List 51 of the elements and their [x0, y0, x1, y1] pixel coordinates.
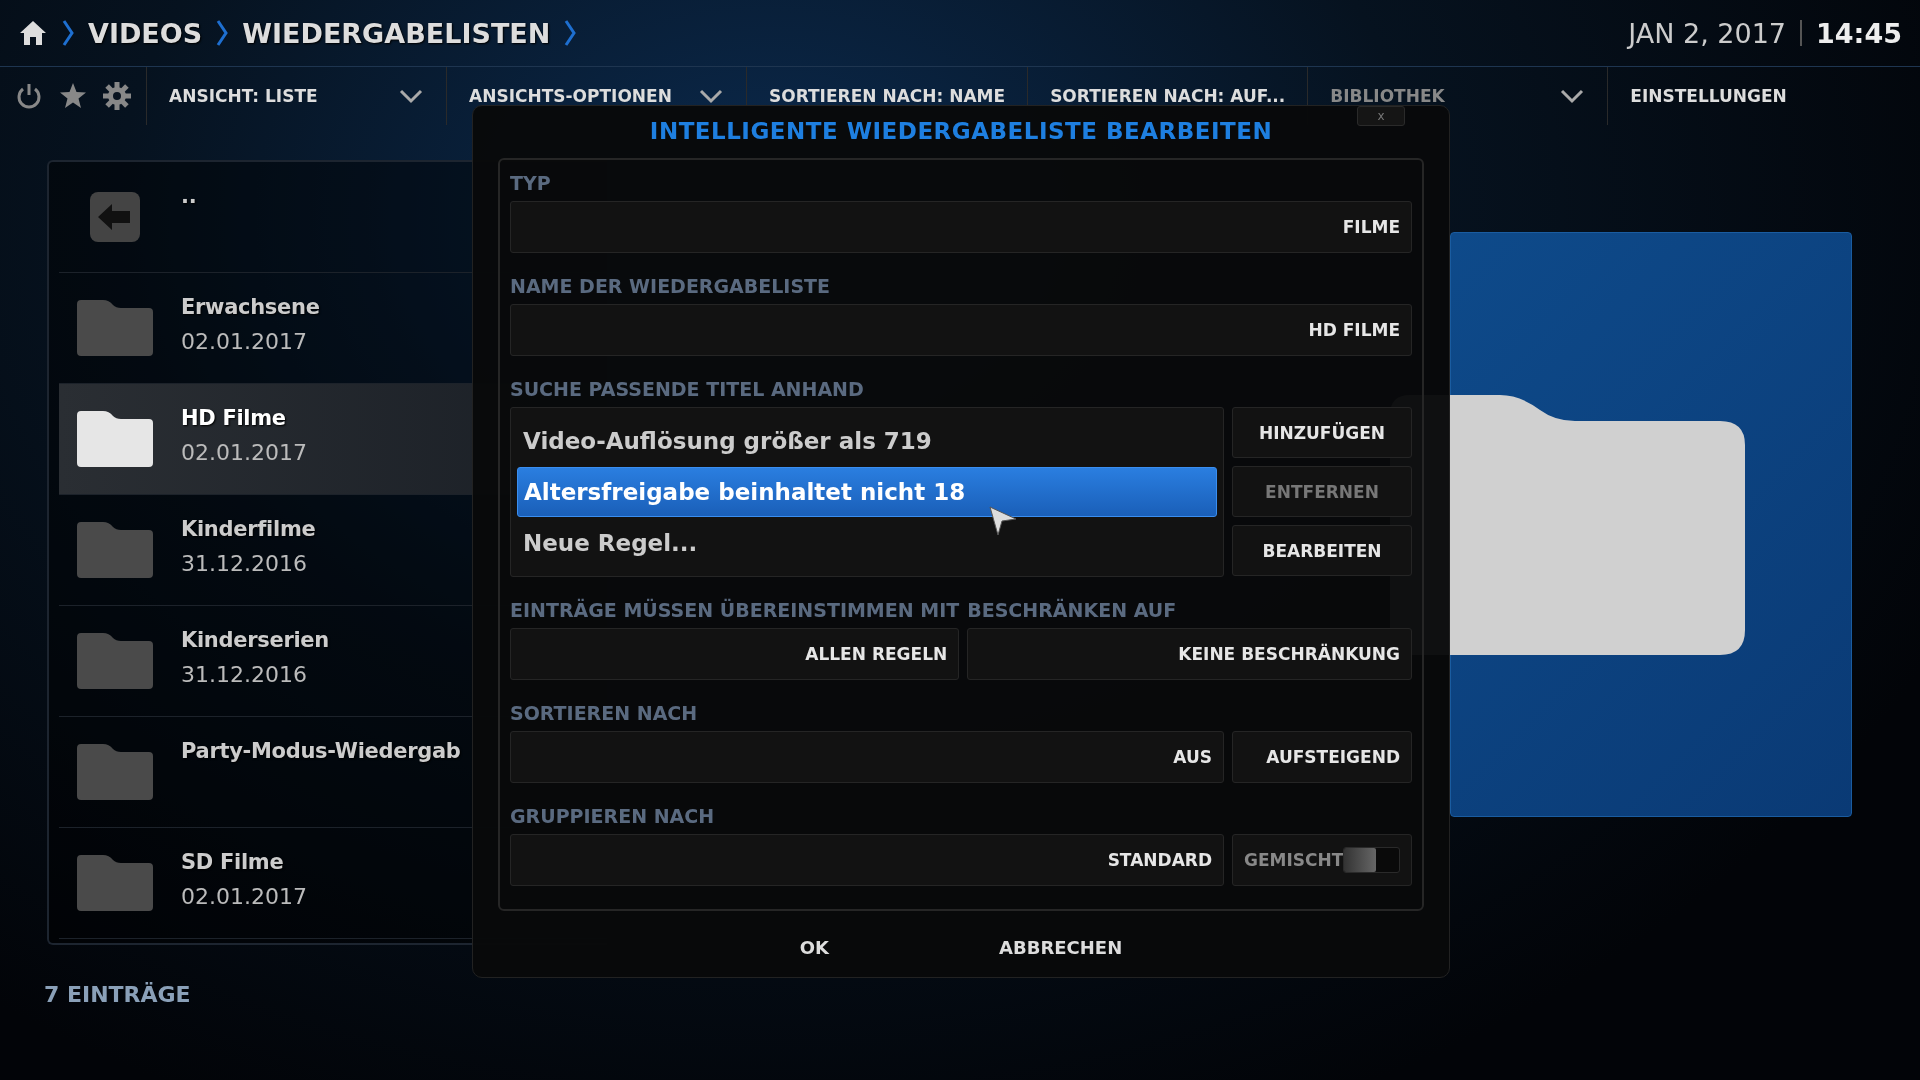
- caret-icon: [698, 87, 724, 104]
- toggle-button[interactable]: GEMISCHT: [1232, 834, 1412, 886]
- item-title: ..: [181, 184, 197, 208]
- sort-order-button[interactable]: AUFSTEIGEND: [1232, 731, 1412, 783]
- field-label: TYP: [510, 172, 552, 195]
- item-date: 02.01.2017: [181, 884, 307, 909]
- rule-button[interactable]: BEARBEITEN: [1232, 525, 1412, 576]
- item-title: Party-Modus-Wiedergab: [181, 739, 461, 763]
- folder-icon: [77, 522, 153, 578]
- date-text: JAN 2, 2017: [1628, 17, 1787, 49]
- caret-icon: [1559, 87, 1586, 104]
- cursor-icon: [988, 505, 1018, 537]
- toggle-switch[interactable]: [1343, 847, 1400, 873]
- dropdown-field[interactable]: KEINE BESCHRÄNKUNG: [967, 628, 1412, 680]
- input-field[interactable]: HD FILME: [510, 304, 1412, 356]
- folder-icon: [77, 300, 153, 356]
- folder-icon: [77, 411, 153, 467]
- settings-icon[interactable]: [102, 80, 132, 111]
- dialog-button[interactable]: OK: [789, 933, 840, 962]
- folder-icon: [77, 744, 153, 800]
- caret-icon: [398, 87, 424, 104]
- folder-icon: [77, 855, 153, 911]
- dropdown-field[interactable]: FILME: [510, 201, 1412, 253]
- item-date: 31.12.2016: [181, 551, 308, 576]
- close-button[interactable]: x: [1357, 106, 1405, 126]
- rule-button[interactable]: HINZUFÜGEN: [1232, 407, 1412, 458]
- toolbar-menu[interactable]: EINSTELLUNGEN: [1607, 66, 1809, 125]
- item-title: SD Filme: [181, 850, 285, 874]
- chevron-icon: [62, 19, 74, 47]
- item-title: HD Filme: [181, 406, 287, 430]
- chevron-icon: [216, 19, 229, 47]
- dialog-button[interactable]: ABBRECHEN: [989, 933, 1133, 962]
- dropdown-field[interactable]: ALLEN REGELN: [510, 628, 960, 680]
- item-title: Kinderfilme: [181, 517, 316, 541]
- dropdown-field[interactable]: STANDARD: [510, 834, 1224, 886]
- item-date: 31.12.2016: [181, 662, 308, 687]
- item-date: 02.01.2017: [181, 329, 308, 354]
- item-title: Kinderserien: [181, 628, 329, 652]
- field-label: BESCHRÄNKEN AUF: [967, 599, 1178, 622]
- rule-item[interactable]: Altersfreigabe beinhaltet nicht 18: [517, 467, 1217, 517]
- toolbar-menu[interactable]: ANSICHT: LISTE: [146, 66, 446, 125]
- home-icon[interactable]: [18, 18, 48, 48]
- breadcrumb-item[interactable]: WIEDERGABELISTEN: [242, 17, 551, 49]
- breadcrumb-item[interactable]: VIDEOS: [88, 17, 203, 49]
- item-count: 7 EINTRÄGE: [44, 982, 191, 1007]
- item-title: Erwachsene: [181, 295, 320, 319]
- dropdown-field[interactable]: AUS: [510, 731, 1224, 783]
- folder-icon: [77, 633, 153, 689]
- item-date: 02.01.2017: [181, 440, 307, 465]
- chevron-icon: [564, 19, 577, 47]
- clock-time: 14:45: [1816, 17, 1902, 49]
